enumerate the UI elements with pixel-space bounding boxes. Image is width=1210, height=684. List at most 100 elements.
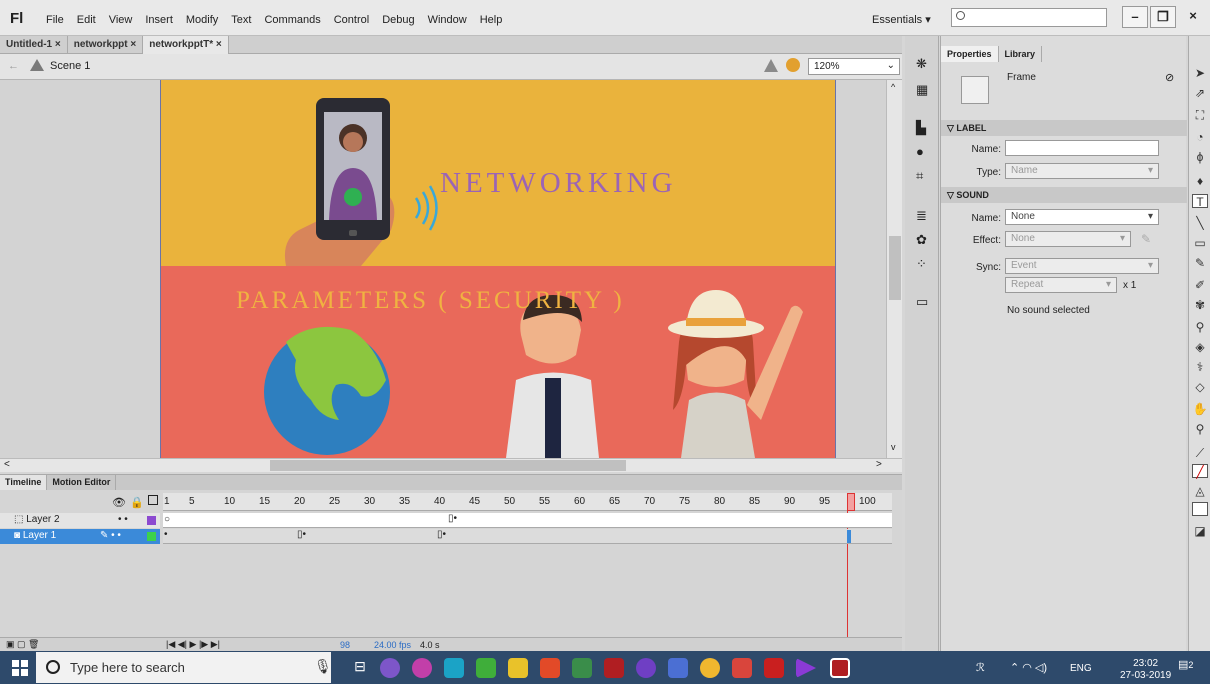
app-icon[interactable] bbox=[668, 658, 688, 678]
playhead[interactable] bbox=[847, 493, 855, 511]
output-panel-icon[interactable]: ▭ bbox=[916, 294, 928, 310]
outline-icon[interactable] bbox=[148, 495, 158, 505]
layer-visibility-dots[interactable]: • • bbox=[118, 514, 128, 525]
pencil-tool-icon[interactable]: ✎ bbox=[1192, 256, 1208, 270]
app-icon[interactable] bbox=[412, 658, 432, 678]
selection-tool-icon[interactable]: ➤ bbox=[1192, 66, 1208, 80]
people-icon[interactable]: ℛ bbox=[976, 661, 985, 674]
stroke-color-icon[interactable]: ⟋ bbox=[1192, 446, 1208, 460]
code-snippets-icon[interactable]: ≣ bbox=[916, 208, 927, 224]
microphone-icon[interactable]: 🎙 bbox=[314, 658, 332, 675]
taskbar-search-input[interactable]: Type here to search 🎙 bbox=[36, 652, 332, 683]
menu-control[interactable]: Control bbox=[334, 14, 369, 26]
menu-edit[interactable]: Edit bbox=[77, 14, 96, 26]
back-arrow-icon[interactable]: ← bbox=[8, 60, 19, 72]
pen-tool-icon[interactable]: ♦ bbox=[1192, 174, 1208, 188]
layer-row-selected[interactable]: ◙ Layer 1 ✎ • • bbox=[0, 529, 160, 544]
lock-icon[interactable]: 🔒 bbox=[130, 496, 144, 509]
workspace-switcher[interactable]: Essentials ▾ bbox=[872, 13, 931, 26]
deco-tool-icon[interactable]: ✾ bbox=[1192, 298, 1208, 312]
acrobat-icon[interactable] bbox=[764, 658, 784, 678]
motion-presets-icon[interactable]: ❋ bbox=[916, 56, 927, 72]
black-white-icon[interactable]: ◪ bbox=[1192, 524, 1208, 538]
scroll-down-icon[interactable]: v bbox=[891, 442, 896, 452]
menu-commands[interactable]: Commands bbox=[264, 14, 320, 26]
flash-app-icon[interactable] bbox=[604, 658, 624, 678]
flash-app-active-icon[interactable] bbox=[830, 658, 850, 678]
frame-rate[interactable]: 24.00 fps bbox=[374, 640, 411, 650]
tab-timeline[interactable]: Timeline bbox=[0, 475, 48, 490]
playback-controls[interactable]: |◀ ◀| ▶ |▶ ▶| bbox=[166, 639, 220, 650]
menu-insert[interactable]: Insert bbox=[145, 14, 173, 26]
eye-icon[interactable]: 👁 bbox=[112, 496, 126, 509]
info-icon[interactable]: ● bbox=[916, 144, 924, 159]
layer-frames[interactable]: ○ ▯• bbox=[163, 513, 892, 528]
media-player-icon[interactable] bbox=[796, 658, 816, 678]
scroll-left-icon[interactable]: < bbox=[4, 459, 10, 470]
menu-text[interactable]: Text bbox=[231, 14, 251, 26]
text-tool-icon[interactable]: T bbox=[1192, 194, 1208, 209]
label-type-select[interactable]: Name ▾ bbox=[1005, 163, 1159, 179]
free-transform-tool-icon[interactable]: ⛶ bbox=[1192, 108, 1208, 122]
horizontal-scroll-thumb[interactable] bbox=[270, 460, 626, 471]
menu-modify[interactable]: Modify bbox=[186, 14, 218, 26]
file-explorer-icon[interactable] bbox=[508, 658, 528, 678]
line-tool-icon[interactable]: ╲ bbox=[1192, 216, 1208, 230]
minimize-button[interactable]: – bbox=[1122, 6, 1148, 28]
movie-explorer-icon[interactable]: ⁘ bbox=[916, 256, 927, 272]
scroll-right-icon[interactable]: > bbox=[876, 459, 882, 470]
menu-window[interactable]: Window bbox=[428, 14, 467, 26]
clock[interactable]: 23:02 27-03-2019 bbox=[1120, 658, 1171, 682]
app-icon[interactable] bbox=[476, 658, 496, 678]
tab-properties[interactable]: Properties bbox=[941, 46, 999, 62]
current-frame[interactable]: 98 bbox=[340, 640, 350, 650]
horizontal-scrollbar[interactable]: < > bbox=[0, 458, 902, 472]
pencil-icon[interactable]: ✎ bbox=[1141, 232, 1151, 246]
hand-tool-icon[interactable]: ✋ bbox=[1192, 402, 1208, 416]
notification-center-icon[interactable]: ▤2 bbox=[1178, 658, 1200, 678]
eraser-tool-icon[interactable]: ◇ bbox=[1192, 380, 1208, 394]
menu-debug[interactable]: Debug bbox=[382, 14, 414, 26]
app-icon[interactable] bbox=[444, 658, 464, 678]
rectangle-tool-icon[interactable]: ▭ bbox=[1192, 236, 1208, 250]
label-name-input[interactable] bbox=[1005, 140, 1159, 156]
layer-frames[interactable]: • ▯• ▯• bbox=[163, 529, 892, 544]
zoom-tool-icon[interactable]: ⚲ bbox=[1192, 422, 1208, 436]
transform-icon[interactable]: ⌗ bbox=[916, 168, 923, 184]
sound-name-select[interactable]: None ▾ bbox=[1005, 209, 1159, 225]
fill-swatch[interactable] bbox=[1192, 502, 1208, 516]
lasso-tool-icon[interactable]: ϕ bbox=[1192, 150, 1208, 164]
doc-tab[interactable]: Untitled-1 × bbox=[0, 36, 68, 54]
swatches-grid-icon[interactable]: ▦ bbox=[916, 82, 928, 98]
sound-section-header[interactable]: ▽ SOUND bbox=[941, 187, 1187, 203]
menu-view[interactable]: View bbox=[109, 14, 133, 26]
label-section-header[interactable]: ▽ LABEL bbox=[941, 120, 1187, 136]
scroll-up-icon[interactable]: ^ bbox=[891, 82, 895, 92]
vertical-scrollbar[interactable]: ^ v bbox=[886, 80, 902, 458]
help-icon[interactable]: ⊘ bbox=[1165, 71, 1174, 84]
edit-symbols-icon[interactable] bbox=[764, 59, 778, 72]
close-button[interactable]: × bbox=[1180, 6, 1206, 28]
tab-library[interactable]: Library bbox=[999, 46, 1043, 62]
subselection-tool-icon[interactable]: ⇗ bbox=[1192, 86, 1208, 100]
components-icon[interactable]: ✿ bbox=[916, 232, 927, 248]
chrome-icon[interactable] bbox=[700, 658, 720, 678]
edit-scene-icon[interactable] bbox=[786, 58, 800, 72]
layer-row[interactable]: ⬚ Layer 2 • • bbox=[0, 513, 160, 528]
effect-select[interactable]: None ▾ bbox=[1005, 231, 1131, 247]
vertical-scroll-thumb[interactable] bbox=[889, 236, 901, 300]
tab-motion-editor[interactable]: Motion Editor bbox=[47, 475, 117, 490]
windows-start-icon[interactable] bbox=[12, 660, 28, 676]
app-icon[interactable] bbox=[732, 658, 752, 678]
app-icon[interactable] bbox=[540, 658, 560, 678]
repeat-times[interactable]: x 1 bbox=[1123, 280, 1136, 291]
doc-tab[interactable]: networkppt × bbox=[68, 36, 144, 54]
stroke-swatch[interactable]: ╱ bbox=[1192, 464, 1208, 479]
app-icon[interactable] bbox=[572, 658, 592, 678]
align-icon[interactable]: ▙ bbox=[916, 120, 926, 136]
new-layer-icon[interactable]: ▣ ▢ 🗑 bbox=[6, 639, 39, 650]
fill-color-icon[interactable]: ◬ bbox=[1192, 484, 1208, 498]
menu-file[interactable]: File bbox=[46, 14, 64, 26]
task-view-icon[interactable]: ⊟ bbox=[350, 658, 370, 678]
restore-button[interactable]: ❐ bbox=[1150, 6, 1176, 28]
